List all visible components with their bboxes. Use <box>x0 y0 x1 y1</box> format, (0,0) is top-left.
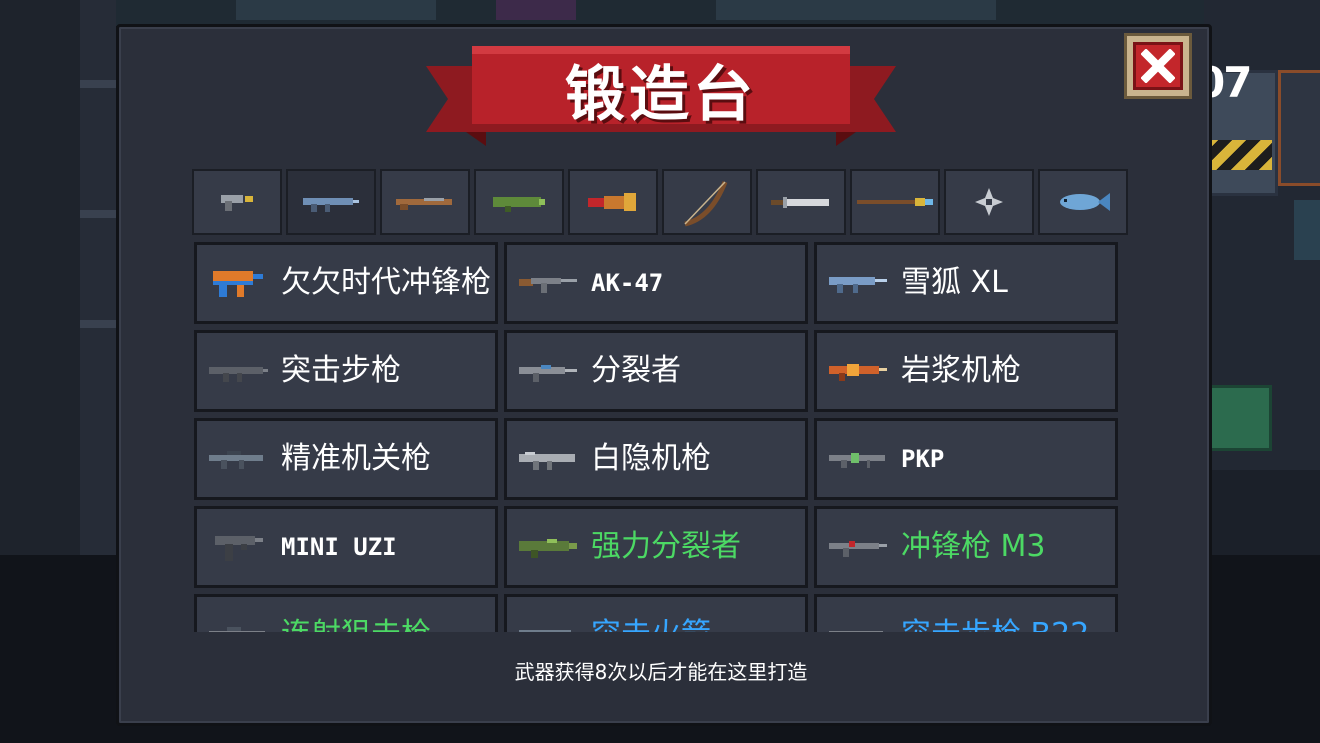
page-title: 锻造台 <box>565 59 757 130</box>
background-wall-top <box>116 0 1204 26</box>
weapon-name: 雪狐 XL <box>901 265 1008 300</box>
weapon-name: 精准机关枪 <box>281 441 431 476</box>
launcher-icon <box>493 197 545 212</box>
weapon-name: 强力分裂者 <box>591 529 741 564</box>
weapon-list[interactable]: 欠欠时代冲锋枪 AK-47 雪狐 XL 突击步枪 分裂者 岩浆机枪 精准机关枪 <box>192 240 1128 632</box>
sword-icon <box>771 197 829 208</box>
bow-icon <box>684 181 728 227</box>
spear-icon <box>857 198 933 206</box>
weapon-name: PKP <box>901 445 945 473</box>
weapon-cell[interactable]: 突击火箭 <box>504 594 808 632</box>
tab-flamethrower[interactable] <box>568 169 658 235</box>
weapon-cell[interactable]: 分裂者 <box>504 330 808 412</box>
strong-splitter-icon <box>519 539 577 558</box>
weapon-cell[interactable]: 强力分裂者 <box>504 506 808 588</box>
weapon-cell[interactable]: 岩浆机枪 <box>814 330 1118 412</box>
weapon-name: 冲锋枪 M3 <box>901 529 1046 564</box>
pistol-icon <box>221 195 253 211</box>
close-button[interactable] <box>1124 33 1192 99</box>
tab-smg[interactable] <box>286 169 376 235</box>
tab-fish[interactable] <box>1038 169 1128 235</box>
weapon-cell[interactable]: 连射狙击枪 <box>194 594 498 632</box>
white-mg-icon <box>519 452 575 470</box>
splitter-icon <box>519 365 577 382</box>
weapon-cell[interactable]: 突击步枪 B22 <box>814 594 1118 632</box>
fish-icon <box>1060 193 1110 211</box>
close-icon <box>1141 49 1175 83</box>
burst-sniper-icon <box>209 627 265 632</box>
ak47-icon <box>519 278 577 293</box>
lava-gun-icon <box>829 364 887 381</box>
m3-smg-icon <box>829 541 887 557</box>
weapon-cell[interactable]: 冲锋枪 M3 <box>814 506 1118 588</box>
weapon-grid: 欠欠时代冲锋枪 AK-47 雪狐 XL 突击步枪 分裂者 岩浆机枪 精准机关枪 <box>192 240 1128 632</box>
background-wall-left <box>0 0 116 555</box>
assault-rifle-icon <box>209 367 268 382</box>
flamethrower-icon <box>588 193 636 211</box>
weapon-cell[interactable]: PKP <box>814 418 1118 500</box>
toy-smg-icon <box>213 271 263 297</box>
tab-launcher[interactable] <box>474 169 564 235</box>
weapon-cell[interactable]: 精准机关枪 <box>194 418 498 500</box>
weapon-name: 连射狙击枪 <box>281 620 431 633</box>
weapon-category-tabs <box>192 169 1128 235</box>
tab-pistol[interactable] <box>192 169 282 235</box>
mini-uzi-icon <box>215 536 263 561</box>
weapon-cell[interactable]: AK-47 <box>504 242 808 324</box>
weapon-name: MINI UZI <box>281 533 397 561</box>
weapon-cell[interactable]: 白隐机枪 <box>504 418 808 500</box>
weapon-cell[interactable]: 雪狐 XL <box>814 242 1118 324</box>
title-ribbon: 锻造台 <box>426 46 896 150</box>
weapon-name: 白隐机枪 <box>591 441 711 476</box>
weapon-cell[interactable]: 突击步枪 <box>194 330 498 412</box>
weapon-name: AK-47 <box>591 269 664 297</box>
pkp-icon <box>829 453 885 468</box>
tab-shuriken[interactable] <box>944 169 1034 235</box>
tab-rifle[interactable] <box>380 169 470 235</box>
weapon-cell[interactable]: 欠欠时代冲锋枪 <box>194 242 498 324</box>
tab-bow[interactable] <box>662 169 752 235</box>
tab-spear[interactable] <box>850 169 940 235</box>
weapon-cell[interactable]: MINI UZI <box>194 506 498 588</box>
weapon-name: 突击步枪 B22 <box>901 620 1089 633</box>
weapon-name: 分裂者 <box>591 353 681 388</box>
shuriken-icon <box>975 188 1003 216</box>
weapon-name: 突击火箭 <box>591 620 711 633</box>
precision-mg-icon <box>209 451 263 469</box>
rifle-icon <box>396 198 452 210</box>
smg-icon <box>303 198 359 212</box>
forge-hint: 武器获得8次以后才能在这里打造 <box>514 660 808 684</box>
assault-rocket-icon <box>519 630 571 632</box>
weapon-name: 欠欠时代冲锋枪 <box>281 265 491 300</box>
tab-sword[interactable] <box>756 169 846 235</box>
snowfox-icon <box>829 277 887 293</box>
weapon-name: 岩浆机枪 <box>901 353 1021 388</box>
weapon-name: 突击步枪 <box>281 353 401 388</box>
assault-rifle-b22-icon <box>829 631 883 632</box>
